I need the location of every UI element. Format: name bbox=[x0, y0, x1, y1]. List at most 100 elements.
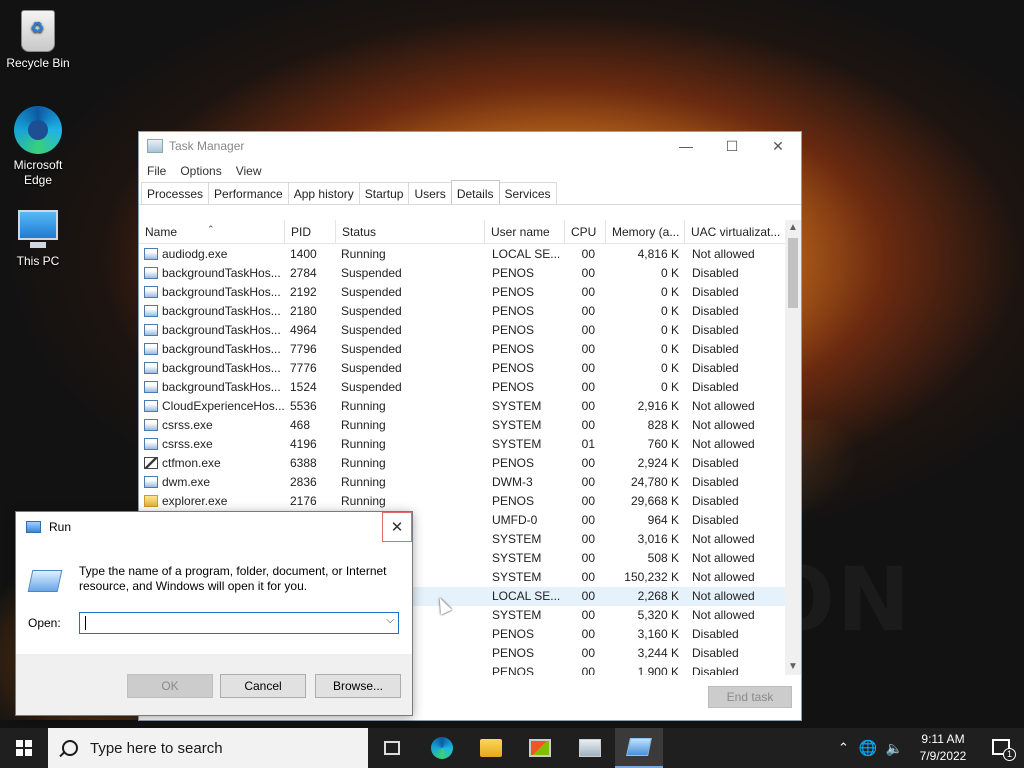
table-row[interactable]: CloudExperienceHos... 5536 Running SYSTEM 00… bbox=[139, 397, 785, 416]
table-row[interactable]: backgroundTaskHos... 2784 Suspended PENOS 00… bbox=[139, 264, 785, 283]
table-row[interactable]: backgroundTaskHos... 1524 Suspended PENOS 00… bbox=[139, 378, 785, 397]
table-row[interactable]: dwm.exe 2836 Running DWM-3 00 24,780 K Disable… bbox=[139, 473, 785, 492]
process-memory: 2,924 K bbox=[609, 454, 679, 473]
process-user: PENOS bbox=[492, 283, 567, 302]
process-pid-text: 1524 bbox=[290, 380, 317, 394]
tab-details[interactable]: Details bbox=[450, 180, 500, 204]
process-cpu-text: 00 bbox=[581, 399, 595, 413]
system-tray: ⌃ 🌐 🔈 bbox=[838, 728, 903, 768]
taskbar-edge[interactable] bbox=[418, 728, 466, 768]
network-globe-icon[interactable]: 🌐 bbox=[859, 739, 878, 757]
process-pid: 2836 bbox=[290, 473, 338, 492]
browse-button[interactable]: Browse... bbox=[315, 674, 401, 698]
process-cpu: 00 bbox=[571, 625, 595, 644]
vertical-scrollbar[interactable]: ▲ ▼ bbox=[785, 220, 801, 675]
column-header-memory[interactable]: Memory (a... bbox=[606, 220, 685, 244]
start-button[interactable] bbox=[0, 728, 48, 768]
process-name-text: csrss.exe bbox=[162, 437, 213, 451]
table-row[interactable]: csrss.exe 4196 Running SYSTEM 01 760 K Not all… bbox=[139, 435, 785, 454]
table-row[interactable]: audiodg.exe 1400 Running LOCAL SE... 00 4,816… bbox=[139, 245, 785, 264]
process-user: PENOS bbox=[492, 264, 567, 283]
process-name: backgroundTaskHos... bbox=[144, 264, 284, 283]
menu-view[interactable]: View bbox=[234, 164, 268, 178]
column-header-status[interactable]: Status bbox=[336, 220, 485, 244]
process-pid: 1524 bbox=[290, 378, 338, 397]
notification-icon[interactable]: 1 bbox=[992, 739, 1016, 761]
process-memory-text: 0 K bbox=[660, 380, 679, 394]
table-row[interactable]: backgroundTaskHos... 2180 Suspended PENOS 00… bbox=[139, 302, 785, 321]
process-name: backgroundTaskHos... bbox=[144, 283, 284, 302]
tab-startup[interactable]: Startup bbox=[358, 182, 410, 204]
process-memory-text: 508 K bbox=[647, 551, 679, 565]
desktop-icon-recycle-bin[interactable]: Recycle Bin bbox=[0, 10, 76, 71]
process-memory: 964 K bbox=[609, 511, 679, 530]
task-view-button[interactable] bbox=[368, 728, 416, 768]
process-memory-text: 964 K bbox=[647, 513, 679, 527]
column-header-uac[interactable]: UAC virtualizat... bbox=[685, 220, 785, 244]
table-row[interactable]: backgroundTaskHos... 4964 Suspended PENOS 00… bbox=[139, 321, 785, 340]
text-caret bbox=[85, 616, 86, 630]
process-name-text: backgroundTaskHos... bbox=[162, 304, 281, 318]
process-memory: 1,900 K bbox=[609, 663, 679, 675]
process-uac-text: Disabled bbox=[692, 513, 739, 527]
open-input[interactable]: ⌵ bbox=[79, 612, 399, 634]
scroll-up-icon[interactable]: ▲ bbox=[785, 220, 801, 236]
process-memory-text: 2,268 K bbox=[637, 589, 679, 603]
column-header-pid[interactable]: PID bbox=[285, 220, 336, 244]
column-header-cpu[interactable]: CPU bbox=[565, 220, 606, 244]
process-user: PENOS bbox=[492, 492, 567, 511]
process-memory-text: 29,668 K bbox=[630, 494, 679, 508]
table-row[interactable]: ctfmon.exe 6388 Running PENOS 00 2,924 K Disab… bbox=[139, 454, 785, 473]
desktop-icon-microsoft-edge[interactable]: Microsoft Edge bbox=[0, 106, 76, 188]
chevron-down-icon[interactable]: ⌵ bbox=[386, 615, 394, 626]
process-user-text: SYSTEM bbox=[492, 570, 542, 584]
chevron-up-icon[interactable]: ⌃ bbox=[838, 740, 849, 756]
tab-app-history[interactable]: App history bbox=[287, 182, 360, 204]
process-cpu-text: 00 bbox=[581, 665, 595, 675]
scroll-thumb[interactable] bbox=[788, 238, 798, 308]
tab-processes[interactable]: Processes bbox=[141, 182, 210, 204]
close-icon[interactable]: ✕ bbox=[755, 132, 801, 160]
process-uac: Disabled bbox=[692, 511, 787, 530]
run-title-bar[interactable]: Run bbox=[16, 512, 412, 542]
table-row[interactable]: backgroundTaskHos... 7796 Suspended PENOS 00… bbox=[139, 340, 785, 359]
tab-services[interactable]: Services bbox=[498, 182, 557, 204]
tab-performance[interactable]: Performance bbox=[208, 182, 289, 204]
process-pid-text: 468 bbox=[290, 418, 311, 432]
process-status-text: Running bbox=[341, 456, 386, 470]
process-status-text: Running bbox=[341, 475, 386, 489]
taskbar-run[interactable] bbox=[615, 728, 663, 768]
process-uac-text: Disabled bbox=[692, 380, 739, 394]
table-row[interactable]: csrss.exe 468 Running SYSTEM 00 828 K Not allo… bbox=[139, 416, 785, 435]
table-row[interactable]: backgroundTaskHos... 7776 Suspended PENOS 00… bbox=[139, 359, 785, 378]
close-icon[interactable]: ✕ bbox=[382, 512, 412, 542]
process-uac: Not allowed bbox=[692, 397, 787, 416]
menu-file[interactable]: File bbox=[145, 164, 172, 178]
process-pid-text: 7776 bbox=[290, 361, 317, 375]
ok-button[interactable]: OK bbox=[127, 674, 213, 698]
sort-up-icon: ⌃ bbox=[207, 224, 215, 234]
taskbar-store[interactable] bbox=[516, 728, 564, 768]
column-header-name[interactable]: Name ⌃ bbox=[139, 220, 285, 244]
end-task-button[interactable]: End task bbox=[708, 686, 792, 708]
menu-options[interactable]: Options bbox=[178, 164, 227, 178]
app-icon bbox=[144, 305, 158, 317]
cancel-button[interactable]: Cancel bbox=[220, 674, 306, 698]
column-header-user-name[interactable]: User name bbox=[485, 220, 565, 244]
process-memory: 29,668 K bbox=[609, 492, 679, 511]
process-name: backgroundTaskHos... bbox=[144, 321, 284, 340]
taskbar-search-box[interactable]: Type here to search bbox=[48, 728, 368, 768]
taskbar-file-explorer[interactable] bbox=[467, 728, 515, 768]
tab-users[interactable]: Users bbox=[408, 182, 452, 204]
process-uac-text: Not allowed bbox=[692, 532, 755, 546]
table-row[interactable]: explorer.exe 2176 Running PENOS 00 29,668 K Di… bbox=[139, 492, 785, 511]
taskbar-task-manager[interactable] bbox=[566, 728, 614, 768]
volume-icon[interactable]: 🔈 bbox=[886, 740, 903, 757]
clock[interactable]: 9:11 AM 7/9/2022 bbox=[908, 731, 978, 765]
process-pid: 7796 bbox=[290, 340, 338, 359]
table-row[interactable]: backgroundTaskHos... 2192 Suspended PENOS 00… bbox=[139, 283, 785, 302]
maximize-icon[interactable]: ☐ bbox=[709, 132, 755, 160]
scroll-down-icon[interactable]: ▼ bbox=[785, 659, 801, 675]
minimize-icon[interactable]: — bbox=[663, 132, 709, 160]
desktop-icon-this-pc[interactable]: This PC bbox=[0, 202, 76, 269]
